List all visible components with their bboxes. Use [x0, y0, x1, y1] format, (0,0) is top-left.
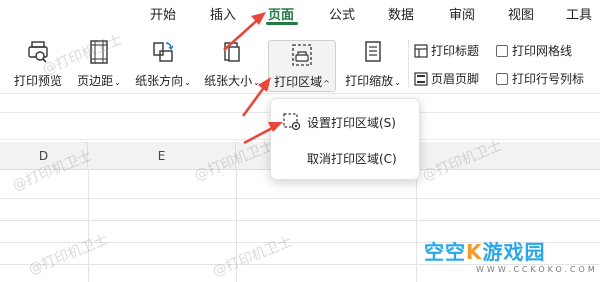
- row-gridline: [0, 220, 600, 221]
- column-gridline: [416, 170, 417, 282]
- logo-title: 空空K游戏园: [424, 240, 546, 264]
- tab-home[interactable]: 开始: [150, 4, 176, 23]
- logo-url: WWW.CCKOKO.COM: [476, 265, 598, 274]
- margins-button[interactable]: 页边距⌄: [72, 26, 126, 92]
- print-area-label: 打印区域^: [274, 75, 330, 89]
- print-titles-icon: [414, 43, 428, 58]
- print-scaling-button[interactable]: 打印缩放⌄: [340, 26, 406, 92]
- logo-k-icon: K: [466, 240, 483, 264]
- tab-formulas[interactable]: 公式: [329, 4, 355, 23]
- tab-view[interactable]: 视图: [508, 4, 534, 23]
- column-gridline: [236, 170, 237, 282]
- print-area-dropdown: 设置打印区域(S) 取消打印区域(C): [270, 98, 420, 180]
- tab-data[interactable]: 数据: [388, 4, 414, 23]
- print-gridlines-checkbox[interactable]: 打印网格线: [496, 42, 572, 59]
- print-titles-label: 打印标题: [431, 44, 480, 58]
- menu-bar: 开始 插入 页面 公式 数据 审阅 视图 工具: [0, 0, 600, 26]
- column-header-label: D: [38, 149, 49, 163]
- active-tab-indicator: [266, 22, 298, 25]
- clear-print-area-item[interactable]: 取消打印区域(C): [271, 143, 419, 173]
- app-window: 开始 插入 页面 公式 数据 审阅 视图 工具 打印预览 页边距⌄ 纸张方向⌄ …: [0, 0, 600, 282]
- clear-print-area-label: 取消打印区域(C): [307, 151, 397, 166]
- print-titles-button[interactable]: 打印标题: [414, 42, 479, 59]
- print-preview-label: 打印预览: [13, 74, 62, 88]
- header-footer-button[interactable]: 页眉页脚: [414, 70, 479, 87]
- tab-insert[interactable]: 插入: [210, 4, 236, 23]
- print-scaling-label: 打印缩放⌄: [345, 74, 401, 88]
- print-area-icon: [292, 44, 312, 66]
- tab-tools[interactable]: 工具: [566, 4, 592, 23]
- tab-review[interactable]: 审阅: [449, 4, 475, 23]
- set-print-area-item[interactable]: 设置打印区域(S): [271, 107, 419, 137]
- set-print-area-label: 设置打印区域(S): [307, 115, 396, 130]
- paper-size-button[interactable]: 纸张大小⌄: [200, 26, 264, 92]
- paper-size-icon: [224, 42, 240, 62]
- column-gridline: [88, 170, 89, 282]
- print-row-col-headers-checkbox[interactable]: 打印行号列标: [496, 70, 584, 87]
- set-print-area-icon: [283, 113, 301, 131]
- row-gridline: [0, 198, 600, 199]
- tab-page[interactable]: 页面: [268, 4, 294, 23]
- column-header-e[interactable]: E: [88, 142, 236, 170]
- print-row-col-headers-label: 打印行号列标: [512, 72, 585, 86]
- print-scaling-icon: [365, 41, 381, 62]
- margins-label: 页边距⌄: [77, 74, 121, 88]
- site-logo: 空空K游戏园 WWW.CCKOKO.COM: [424, 236, 598, 278]
- header-footer-icon: [414, 71, 428, 86]
- paper-size-label: 纸张大小⌄: [204, 74, 260, 88]
- checkbox-box[interactable]: [496, 44, 508, 57]
- ribbon: 打印预览 页边距⌄ 纸张方向⌄ 纸张大小⌄ 打印区域^ 打印缩放⌄ 打印标题 页…: [0, 26, 600, 94]
- orientation-icon: [153, 42, 174, 62]
- orientation-label: 纸张方向⌄: [135, 74, 191, 88]
- orientation-button[interactable]: 纸张方向⌄: [130, 26, 196, 92]
- print-preview-button[interactable]: 打印预览: [8, 26, 68, 92]
- header-footer-label: 页眉页脚: [431, 72, 480, 86]
- checkbox-box[interactable]: [496, 72, 508, 85]
- column-header-d[interactable]: D: [0, 142, 88, 170]
- column-header[interactable]: [416, 142, 600, 170]
- print-gridlines-label: 打印网格线: [512, 44, 573, 58]
- print-area-button[interactable]: 打印区域^: [268, 40, 336, 92]
- ribbon-divider: [408, 40, 409, 88]
- column-header-label: E: [157, 149, 166, 163]
- print-preview-icon: [28, 41, 48, 63]
- margins-icon: [90, 40, 108, 64]
